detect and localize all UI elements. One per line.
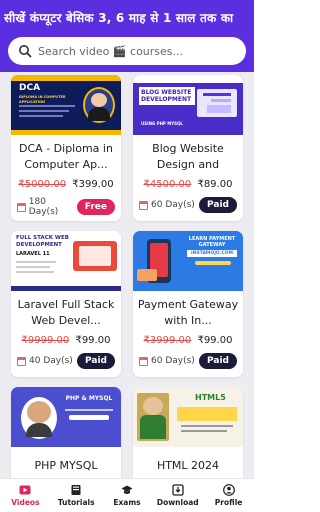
thumb-heading: LEARN PAYMENT GATEWAY bbox=[188, 236, 236, 248]
calendar-icon bbox=[17, 356, 26, 366]
graduation-cap-icon bbox=[121, 485, 133, 494]
paid-badge[interactable]: Paid bbox=[77, 353, 115, 369]
paid-badge[interactable]: Paid bbox=[199, 197, 237, 213]
bottom-navigation: Videos Tutorials Exams Download Profile bbox=[0, 478, 254, 512]
course-card-dca[interactable]: DCA DIPLOMA IN COMPUTER APPLICATION DCA … bbox=[11, 75, 121, 221]
duration-text: 40 Day(s) bbox=[29, 356, 73, 366]
nav-item-download[interactable]: Download bbox=[152, 479, 203, 512]
calendar-icon bbox=[139, 356, 148, 366]
course-duration: 60 Day(s) bbox=[139, 200, 195, 210]
course-thumbnail: DCA DIPLOMA IN COMPUTER APPLICATION bbox=[11, 75, 121, 135]
course-title: Payment Gateway with In... bbox=[137, 298, 239, 327]
course-title: Laravel Full Stack Web Devel... bbox=[17, 298, 115, 327]
course-price: ₹3999.00 ₹99.00 bbox=[133, 335, 243, 346]
course-price: ₹4500.00 ₹89.00 bbox=[133, 179, 243, 190]
duration-text: 60 Day(s) bbox=[151, 200, 195, 210]
thumb-heading: DCA bbox=[19, 83, 41, 93]
free-badge[interactable]: Free bbox=[76, 199, 115, 215]
nav-label: Profile bbox=[214, 498, 243, 507]
download-icon bbox=[172, 484, 184, 496]
course-title: DCA - Diploma in Computer Ap... bbox=[19, 142, 113, 171]
nav-item-videos[interactable]: Videos bbox=[0, 479, 51, 512]
discounted-price: ₹99.00 bbox=[197, 335, 233, 346]
course-thumbnail: PHP & MYSQL bbox=[11, 387, 121, 447]
course-thumbnail: FULL STACK WEB DEVELOPMENT LARAVEL 11 bbox=[11, 231, 121, 291]
nav-label: Exams bbox=[113, 498, 141, 507]
original-price: ₹4500.00 bbox=[143, 179, 192, 190]
thumb-heading: FULL STACK WEB DEVELOPMENT bbox=[16, 235, 69, 248]
marquee-banner-text: सीखें कंप्यूटर बेसिक 3, 6 माह से 1 साल त… bbox=[4, 11, 234, 25]
nav-label: Videos bbox=[11, 498, 40, 507]
nav-label: Tutorials bbox=[57, 498, 95, 507]
thumb-subheading: INSTAMOJO.COM bbox=[187, 250, 237, 257]
course-thumbnail: HTML5 bbox=[133, 387, 243, 447]
course-price: ₹9999.00 ₹99.00 bbox=[11, 335, 121, 346]
nav-label: Download bbox=[156, 498, 199, 507]
user-icon bbox=[222, 484, 235, 496]
thumb-heading: HTML5 bbox=[195, 393, 226, 402]
book-icon bbox=[71, 485, 81, 495]
original-price: ₹5000.00 bbox=[18, 179, 67, 190]
course-price: ₹5000.00 ₹399.00 bbox=[11, 179, 121, 190]
course-card-laravel[interactable]: FULL STACK WEB DEVELOPMENT LARAVEL 11 La… bbox=[11, 231, 121, 377]
thumb-subheading: DIPLOMA IN COMPUTER APPLICATION bbox=[19, 95, 66, 104]
course-card-blog[interactable]: BLOG WEBSITE DEVELOPMENT USING PHP MYSQL… bbox=[133, 75, 243, 221]
nav-item-tutorials[interactable]: Tutorials bbox=[51, 479, 102, 512]
course-card-payment[interactable]: LEARN PAYMENT GATEWAY INSTAMOJO.COM Paym… bbox=[133, 231, 243, 377]
duration-text: 60 Day(s) bbox=[151, 356, 195, 366]
thumb-subheading: LARAVEL 11 bbox=[16, 251, 50, 257]
play-icon bbox=[19, 485, 31, 495]
discounted-price: ₹89.00 bbox=[197, 179, 233, 190]
nav-item-profile[interactable]: Profile bbox=[203, 479, 254, 512]
calendar-icon bbox=[139, 200, 148, 210]
duration-text: 180 Day(s) bbox=[28, 197, 59, 217]
calendar-icon bbox=[17, 202, 26, 212]
course-duration: 180 Day(s) bbox=[17, 197, 77, 217]
thumb-heading: PHP & MYSQL bbox=[65, 395, 113, 402]
thumb-heading: BLOG WEBSITE DEVELOPMENT bbox=[139, 87, 195, 105]
search-bar[interactable] bbox=[8, 37, 246, 65]
course-grid: DCA DIPLOMA IN COMPUTER APPLICATION DCA … bbox=[0, 72, 254, 509]
search-icon bbox=[19, 45, 32, 58]
discounted-price: ₹399.00 bbox=[72, 179, 114, 190]
thumb-subheading: USING PHP MYSQL bbox=[141, 121, 183, 126]
app-header: सीखें कंप्यूटर बेसिक 3, 6 माह से 1 साल त… bbox=[0, 0, 254, 72]
paid-badge[interactable]: Paid bbox=[199, 353, 237, 369]
course-duration: 60 Day(s) bbox=[139, 356, 195, 366]
course-thumbnail: BLOG WEBSITE DEVELOPMENT USING PHP MYSQL bbox=[133, 75, 243, 135]
original-price: ₹3999.00 bbox=[143, 335, 192, 346]
discounted-price: ₹99.00 bbox=[75, 335, 111, 346]
original-price: ₹9999.00 bbox=[21, 335, 70, 346]
search-input[interactable] bbox=[38, 44, 238, 58]
course-thumbnail: LEARN PAYMENT GATEWAY INSTAMOJO.COM bbox=[133, 231, 243, 291]
course-duration: 40 Day(s) bbox=[17, 356, 73, 366]
course-title: Blog Website Design and deve... bbox=[152, 142, 224, 175]
nav-item-exams[interactable]: Exams bbox=[102, 479, 153, 512]
